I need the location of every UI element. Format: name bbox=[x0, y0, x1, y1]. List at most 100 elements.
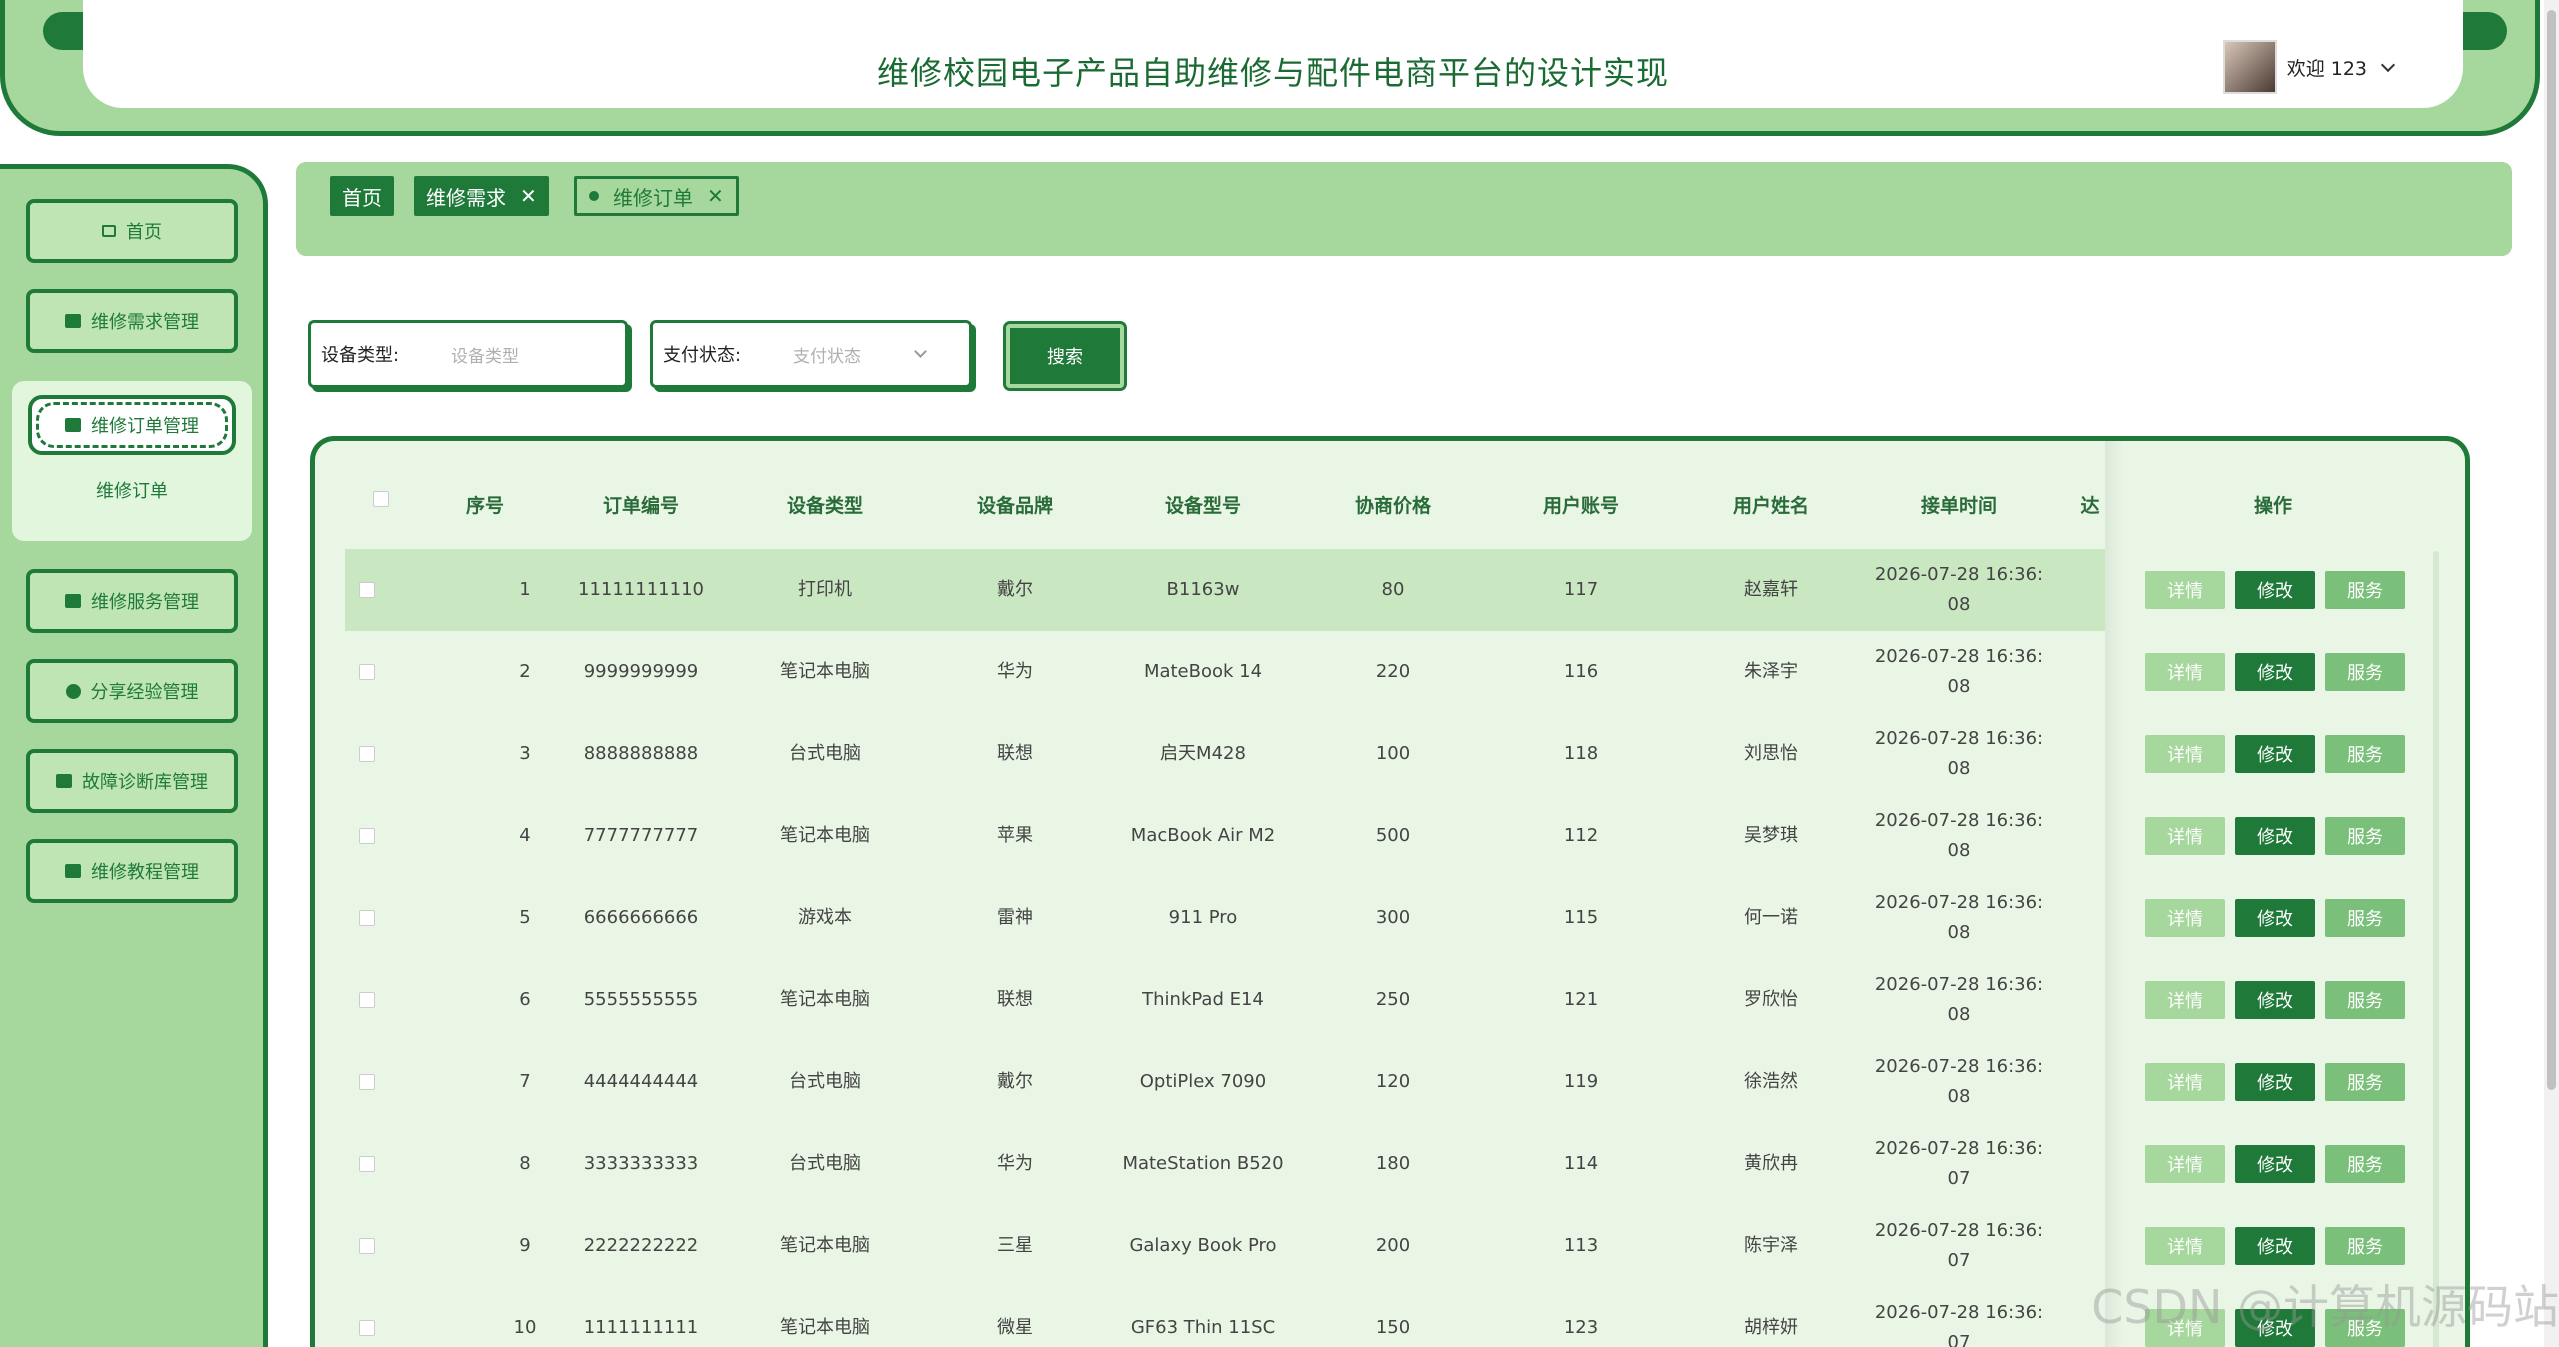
table-row[interactable]: 6 5555555555 笔记本电脑 联想 ThinkPad E14 250 121 罗欣怡 2… bbox=[345, 959, 2105, 1041]
table-scrollbar[interactable] bbox=[2433, 551, 2439, 1347]
detail-button[interactable]: 详情 bbox=[2145, 1063, 2225, 1101]
sidebar-item-repair-tutorial[interactable]: 维修教程管理 bbox=[26, 839, 238, 903]
table-cell: 朱泽宇 bbox=[1744, 661, 1798, 682]
tab-repair-demand[interactable]: 维修需求 ✕ bbox=[414, 176, 549, 216]
edit-button[interactable]: 修改 bbox=[2235, 817, 2315, 855]
table-cell: 2222222222 bbox=[583, 1235, 699, 1256]
table-cell: 罗欣怡 bbox=[1744, 989, 1798, 1010]
table-row[interactable]: 1 11111111110 打印机 戴尔 B1163w 80 117 赵嘉轩 2026-07-2… bbox=[345, 549, 2105, 631]
time-line: 2026-07-28 16:36: bbox=[1874, 1056, 2044, 1077]
detail-button[interactable]: 详情 bbox=[2145, 981, 2225, 1019]
edit-button[interactable]: 修改 bbox=[2235, 653, 2315, 691]
table-cell-time: 2026-07-28 16:36: 07 bbox=[1869, 1287, 2049, 1347]
row-checkbox[interactable] bbox=[359, 631, 375, 713]
order-icon bbox=[56, 774, 72, 788]
row-checkbox[interactable] bbox=[359, 1041, 375, 1123]
tab-label: 维修需求 bbox=[426, 185, 506, 210]
sidebar-item-repair-demand[interactable]: 维修需求管理 bbox=[26, 289, 238, 353]
table-row[interactable]: 5 6666666666 游戏本 雷神 911 Pro 300 115 何一诺 2026-07-… bbox=[345, 877, 2105, 959]
scroll-thumb[interactable] bbox=[2547, 10, 2556, 1090]
select-all-checkbox[interactable] bbox=[373, 491, 389, 507]
row-checkbox[interactable] bbox=[359, 795, 375, 877]
service-button[interactable]: 服务 bbox=[2325, 571, 2405, 609]
edit-button[interactable]: 修改 bbox=[2235, 981, 2315, 1019]
row-checkbox[interactable] bbox=[359, 1287, 375, 1347]
sidebar-item-fault-diagnosis[interactable]: 故障诊断库管理 bbox=[26, 749, 238, 813]
edit-button[interactable]: 修改 bbox=[2235, 1227, 2315, 1265]
table-cell: 80 bbox=[1381, 579, 1405, 600]
device-type-input[interactable]: 设备类型 bbox=[451, 342, 519, 367]
row-checkbox[interactable] bbox=[359, 959, 375, 1041]
close-icon[interactable]: ✕ bbox=[520, 184, 537, 208]
table-row[interactable]: 7 4444444444 台式电脑 戴尔 OptiPlex 7090 120 119 徐浩然 2… bbox=[345, 1041, 2105, 1123]
service-button[interactable]: 服务 bbox=[2325, 735, 2405, 773]
edit-button[interactable]: 修改 bbox=[2235, 571, 2315, 609]
tab-home[interactable]: 首页 bbox=[330, 176, 394, 216]
detail-button[interactable]: 详情 bbox=[2145, 899, 2225, 937]
sidebar-item-repair-order[interactable]: 维修订单管理 bbox=[28, 395, 236, 455]
home-icon bbox=[102, 225, 116, 237]
time-line: 08 bbox=[1947, 922, 1971, 943]
col-header: 订单编号 bbox=[602, 495, 679, 517]
time-line: 08 bbox=[1947, 676, 1971, 697]
avatar[interactable] bbox=[2222, 40, 2277, 94]
table-row[interactable]: 10 1111111111 笔记本电脑 微星 GF63 Thin 11SC 150 123 胡… bbox=[345, 1287, 2105, 1347]
col-header: 设备类型 bbox=[786, 495, 863, 517]
close-icon[interactable]: ✕ bbox=[707, 184, 724, 208]
row-checkbox[interactable] bbox=[359, 877, 375, 959]
chevron-down-icon[interactable] bbox=[914, 345, 927, 358]
sidebar-item-home[interactable]: 首页 bbox=[26, 199, 238, 263]
table-cell: 9999999999 bbox=[583, 661, 699, 682]
row-actions: 详情 修改 服务 bbox=[2123, 713, 2413, 795]
service-button[interactable]: 服务 bbox=[2325, 1227, 2405, 1265]
detail-button[interactable]: 详情 bbox=[2145, 817, 2225, 855]
sidebar-subitem-repair-order[interactable]: 维修订单 bbox=[12, 477, 252, 503]
table-row[interactable]: 8 3333333333 台式电脑 华为 MateStation B520 180 114 黄… bbox=[345, 1123, 2105, 1205]
chevron-down-icon[interactable] bbox=[2380, 57, 2396, 72]
edit-button[interactable]: 修改 bbox=[2235, 1145, 2315, 1183]
sidebar-item-repair-service[interactable]: 维修服务管理 bbox=[26, 569, 238, 633]
pay-status-select[interactable]: 支付状态 bbox=[793, 342, 861, 367]
table-cell: 戴尔 bbox=[997, 1071, 1033, 1092]
tab-repair-order[interactable]: 维修订单 ✕ bbox=[574, 176, 739, 216]
detail-button[interactable]: 详情 bbox=[2145, 571, 2225, 609]
service-button[interactable]: 服务 bbox=[2325, 1063, 2405, 1101]
service-button[interactable]: 服务 bbox=[2325, 981, 2405, 1019]
table-row[interactable]: 2 9999999999 笔记本电脑 华为 MateBook 14 220 116 朱泽宇 20… bbox=[345, 631, 2105, 713]
row-checkbox[interactable] bbox=[359, 1205, 375, 1287]
page-scrollbar[interactable] bbox=[2544, 0, 2559, 1347]
time-line: 07 bbox=[1947, 1168, 1971, 1189]
service-button[interactable]: 服务 bbox=[2325, 1145, 2405, 1183]
table-cell: 陈宇泽 bbox=[1744, 1235, 1798, 1256]
detail-button[interactable]: 详情 bbox=[2145, 735, 2225, 773]
table-cell: 三星 bbox=[997, 1235, 1033, 1256]
detail-button[interactable]: 详情 bbox=[2145, 1227, 2225, 1265]
row-checkbox[interactable] bbox=[359, 713, 375, 795]
service-button[interactable]: 服务 bbox=[2325, 899, 2405, 937]
edit-button[interactable]: 修改 bbox=[2235, 899, 2315, 937]
table-cell: 118 bbox=[1563, 743, 1599, 764]
row-checkbox[interactable] bbox=[359, 1123, 375, 1205]
table-cell: 联想 bbox=[997, 743, 1033, 764]
service-button[interactable]: 服务 bbox=[2325, 653, 2405, 691]
row-checkbox[interactable] bbox=[359, 549, 375, 631]
table-row[interactable]: 3 8888888888 台式电脑 联想 启天M428 100 118 刘思怡 2026-07-… bbox=[345, 713, 2105, 795]
sidebar-item-label: 维修需求管理 bbox=[91, 312, 199, 333]
table-cell: 119 bbox=[1563, 1071, 1599, 1092]
table-cell: 123 bbox=[1563, 1317, 1599, 1338]
table-row[interactable]: 9 2222222222 笔记本电脑 三星 Galaxy Book Pro 200 113 陈… bbox=[345, 1205, 2105, 1287]
time-line: 2026-07-28 16:36: bbox=[1874, 1138, 2044, 1159]
user-menu[interactable]: 欢迎 123 bbox=[2222, 40, 2396, 94]
sidebar-item-share-experience[interactable]: 分享经验管理 bbox=[26, 659, 238, 723]
edit-button[interactable]: 修改 bbox=[2235, 1063, 2315, 1101]
tabs-bar: 首页 维修需求 ✕ 维修订单 ✕ bbox=[296, 162, 2512, 256]
pay-status-search: 支付状态: 支付状态 bbox=[650, 320, 972, 388]
detail-button[interactable]: 详情 bbox=[2145, 653, 2225, 691]
search-button[interactable]: 搜索 bbox=[1003, 321, 1127, 391]
table-row[interactable]: 4 7777777777 笔记本电脑 苹果 MacBook Air M2 500 112 吴梦… bbox=[345, 795, 2105, 877]
detail-button[interactable]: 详情 bbox=[2145, 1145, 2225, 1183]
row-actions: 详情 修改 服务 bbox=[2123, 549, 2413, 631]
edit-button[interactable]: 修改 bbox=[2235, 735, 2315, 773]
sidebar-item-label: 维修教程管理 bbox=[91, 862, 199, 883]
service-button[interactable]: 服务 bbox=[2325, 817, 2405, 855]
